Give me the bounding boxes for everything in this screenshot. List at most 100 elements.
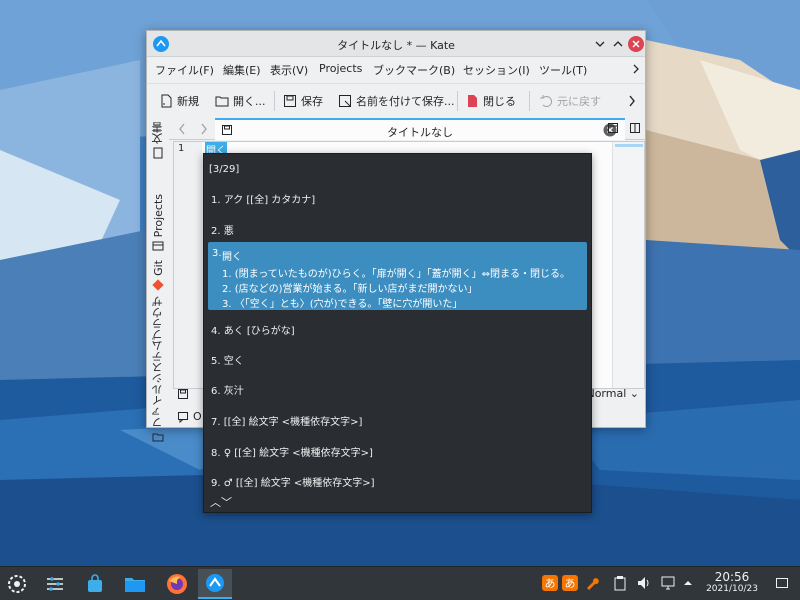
git-icon xyxy=(152,279,164,291)
tab-back-icon[interactable] xyxy=(177,123,187,135)
document-tab[interactable]: タイトルなし xyxy=(215,118,625,140)
title-bar[interactable]: タイトルなし * — Kate xyxy=(147,31,645,57)
ime-candidate-window: [3/29] 1. アク [[全] カタカナ] 2. 悪 3. 開く 1. (閉… xyxy=(203,153,592,513)
kate-app-icon xyxy=(206,574,224,592)
undo-icon xyxy=(540,95,552,107)
toolbar-separator xyxy=(529,91,530,111)
document-tab-strip: タイトルなし xyxy=(169,118,645,140)
status-save-icon[interactable] xyxy=(177,388,189,400)
ime-mode-hiragana[interactable]: あ xyxy=(542,575,558,591)
undo-button[interactable]: 元に戻す xyxy=(539,89,601,113)
line-number: 1 xyxy=(178,143,185,154)
toolbar-overflow-icon[interactable] xyxy=(627,95,637,107)
window-maximize-icon[interactable] xyxy=(609,35,627,53)
candidate-item[interactable]: 5. 空く xyxy=(211,352,244,367)
task-kate[interactable] xyxy=(198,569,232,599)
main-toolbar: 新規 開く... 保存 名前を付けて保存... 閉じる 元に戻す xyxy=(147,83,645,117)
documents-icon xyxy=(153,147,163,159)
clock-time: 20:56 xyxy=(714,570,750,584)
mode-selector[interactable]: Normal ⌄ xyxy=(586,387,639,400)
toolbar-separator xyxy=(457,91,458,111)
window-close-icon[interactable] xyxy=(627,35,645,53)
tab-forward-icon[interactable] xyxy=(199,123,209,135)
save-as-icon xyxy=(339,95,351,107)
wrench-icon xyxy=(587,578,599,590)
sidetab-git[interactable]: Git xyxy=(149,260,167,291)
menu-view[interactable]: 表示(V) xyxy=(270,62,308,78)
sidetab-documents[interactable]: 文書 xyxy=(149,122,167,159)
candidate-item[interactable]: 7. [[全] 絵文字 <機種依存文字>] xyxy=(211,413,362,428)
sidetab-documents-label: 文書 xyxy=(151,122,164,144)
ime-input-mode[interactable]: あ xyxy=(562,575,578,591)
menu-bar: ファイル(F) 編集(E) 表示(V) Projects ブックマーク(B) セ… xyxy=(147,57,645,81)
save-button[interactable]: 保存 xyxy=(283,89,323,113)
toolbar-separator xyxy=(274,91,275,111)
candidate-selected-word: 開く xyxy=(222,252,242,263)
clipboard-icon[interactable] xyxy=(612,575,628,591)
digital-clock[interactable]: 20:56 2021/10/23 xyxy=(702,570,762,594)
system-settings-icon xyxy=(47,577,63,591)
menu-tools[interactable]: ツール(T) xyxy=(539,62,587,78)
clock-date: 2021/10/23 xyxy=(706,584,758,594)
close-document-button[interactable]: 閉じる xyxy=(465,89,516,113)
output-tab-label[interactable]: O xyxy=(193,410,202,423)
document-list-icon[interactable] xyxy=(607,122,619,134)
network-icon[interactable] xyxy=(660,575,676,591)
show-desktop-icon[interactable] xyxy=(774,575,790,591)
folder-icon xyxy=(152,433,164,442)
close-document-icon xyxy=(468,95,477,107)
candidate-page-arrows[interactable]: ︿﹀ xyxy=(210,494,232,510)
window-chevron-icon[interactable] xyxy=(591,35,609,53)
menu-sessions[interactable]: セッション(I) xyxy=(463,62,530,78)
taskbar: あ あ 20:56 2021/10/23 xyxy=(0,566,800,600)
firefox-icon xyxy=(167,574,187,594)
application-launcher[interactable] xyxy=(0,569,34,599)
menu-projects[interactable]: Projects xyxy=(319,62,362,75)
kde-launcher-icon xyxy=(8,575,26,593)
new-document-icon xyxy=(161,94,172,108)
shopping-bag-icon xyxy=(88,574,102,592)
menu-edit[interactable]: 編集(E) xyxy=(223,62,261,78)
save-as-button[interactable]: 名前を付けて保存... xyxy=(338,89,455,113)
ime-tools-icon[interactable] xyxy=(584,575,600,591)
close-button-label: 閉じる xyxy=(483,95,516,108)
candidate-item-selected[interactable]: 3. 開く 1. (閉まっていたものが)ひらく。「扉が開く」「蓋が開く」⇔閉まる… xyxy=(208,242,587,310)
task-discover[interactable] xyxy=(78,569,112,599)
sidetab-filesystem-browser[interactable]: ファイルシステムブラウザ xyxy=(149,296,167,443)
candidate-item[interactable]: 1. アク [[全] カタカナ] xyxy=(211,191,315,206)
side-panel-tabs: 文書 Projects Git ファイルシステムブラウザ xyxy=(147,118,169,442)
split-view-icon[interactable] xyxy=(629,122,641,134)
sidetab-projects[interactable]: Projects xyxy=(149,194,167,252)
output-icon[interactable] xyxy=(177,411,189,423)
task-file-manager[interactable] xyxy=(118,569,152,599)
window-title: タイトルなし * — Kate xyxy=(337,39,455,52)
save-icon xyxy=(284,95,296,107)
save-as-button-label: 名前を付けて保存... xyxy=(356,95,455,108)
candidate-item[interactable]: 2. 悪 xyxy=(211,222,234,237)
new-button[interactable]: 新規 xyxy=(159,89,199,113)
folder-icon xyxy=(125,578,145,592)
candidate-selected-number: 3. xyxy=(212,248,222,259)
open-button[interactable]: 開く... xyxy=(215,89,266,113)
line-number-gutter: 1 xyxy=(174,142,202,388)
minimap[interactable] xyxy=(612,142,644,388)
menu-overflow-icon[interactable] xyxy=(631,64,641,74)
candidate-item[interactable]: 4. あく [ひらがな] xyxy=(211,322,295,337)
document-tab-title: タイトルなし xyxy=(387,126,453,139)
open-button-label: 開く... xyxy=(233,95,266,108)
new-button-label: 新規 xyxy=(177,95,199,108)
task-firefox[interactable] xyxy=(160,569,194,599)
menu-file[interactable]: ファイル(F) xyxy=(155,62,214,78)
tray-expand-icon[interactable] xyxy=(680,575,696,591)
menu-bookmarks[interactable]: ブックマーク(B) xyxy=(373,62,455,78)
sidetab-git-label: Git xyxy=(151,260,165,276)
volume-icon[interactable] xyxy=(636,575,652,591)
candidate-definition: 1. (閉まっていたものが)ひらく。「扉が開く」「蓋が開く」⇔閉まる・閉じる。 xyxy=(222,269,571,280)
candidate-item[interactable]: 9. ♂ [[全] 絵文字 <機種依存文字>] xyxy=(211,474,375,489)
minimap-viewport xyxy=(615,144,643,147)
candidate-item[interactable]: 8. ♀ [[全] 絵文字 <機種依存文字>] xyxy=(211,444,373,459)
candidate-definition: 3. 〈「空く」とも〉(穴が)できる。「壁に穴が開いた」 xyxy=(222,299,463,310)
sidetab-filesystem-label: ファイルシステムブラウザ xyxy=(151,296,164,428)
task-settings[interactable] xyxy=(38,569,72,599)
candidate-item[interactable]: 6. 灰汁 xyxy=(211,382,244,397)
